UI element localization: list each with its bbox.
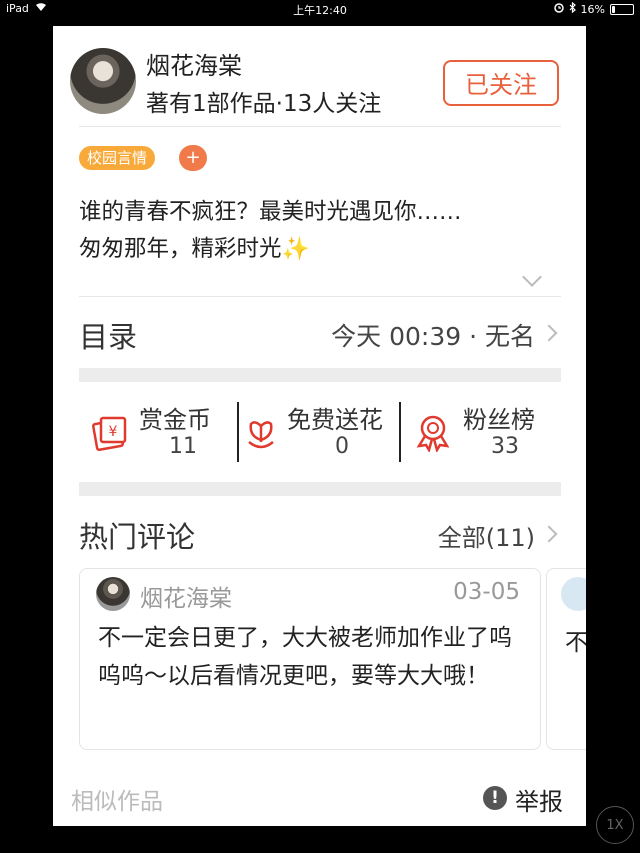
add-tag-button[interactable]: + [179, 145, 207, 171]
flower-icon [241, 412, 281, 452]
all-comments-link[interactable]: 全部(11) [438, 518, 535, 553]
footer-bar: 相似作品 ! 举报 [53, 764, 586, 826]
author-avatar[interactable] [70, 48, 136, 114]
toc-latest-chapter: 今天 00:39 · 无名 [331, 322, 535, 351]
fan-ranking-stat[interactable]: 粉丝榜 33 [401, 394, 561, 494]
follow-button[interactable]: 已关注 [443, 60, 559, 106]
section-separator [79, 368, 561, 382]
work-intro: 谁的青春不疯狂？最美时光遇见你…… 匆匆那年，精彩时光✨ [79, 194, 549, 268]
stat-value: 33 [491, 434, 519, 459]
alarm-icon [553, 2, 564, 16]
report-icon[interactable]: ! [483, 786, 507, 810]
stat-label: 赏金币 [139, 406, 211, 434]
divider [79, 126, 561, 127]
red-envelope-icon: ¥ [89, 412, 129, 452]
speed-button[interactable]: 1X [596, 806, 634, 844]
divider [79, 296, 561, 297]
author-header: 烟花海棠 著有1部作品·13人关注 已关注 [53, 26, 586, 126]
work-detail-card: 烟花海棠 著有1部作品·13人关注 已关注 校园言情 + 谁的青春不疯狂？最美时… [53, 26, 586, 826]
section-separator [79, 482, 561, 496]
commenter-avatar[interactable] [96, 577, 130, 611]
stat-label: 粉丝榜 [463, 406, 535, 434]
comment-card[interactable]: 不 [546, 568, 586, 750]
genre-tag[interactable]: 校园言情 [79, 146, 156, 170]
status-time: 上午12:40 [293, 4, 347, 17]
comment-card[interactable]: 烟花海棠 03-05 不一定会日更了，大大被老师加作业了呜呜呜～以后看情况更吧，… [79, 568, 541, 750]
hot-comments-header: 热门评论 全部(11) [79, 504, 561, 564]
comment-text: 不 [565, 630, 586, 656]
intro-line-1: 谁的青春不疯狂？最美时光遇见你…… [79, 199, 462, 225]
tip-coins-stat[interactable]: ¥ 赏金币 11 [79, 394, 237, 494]
hot-comments-title: 热门评论 [79, 520, 196, 554]
report-button[interactable]: 举报 [515, 782, 563, 817]
comment-text: 不一定会日更了，大大被老师加作业了呜呜呜～以后看情况更吧，要等大大哦！ [98, 625, 512, 689]
status-bar: iPad 上午12:40 16% [0, 0, 640, 18]
chevron-right-icon[interactable] [540, 525, 558, 543]
battery-icon [610, 3, 634, 15]
free-flower-stat[interactable]: 免费送花 0 [239, 394, 399, 494]
intro-line-2: 匆匆那年，精彩时光 [79, 236, 282, 262]
toc-label: 目录 [79, 320, 138, 354]
svg-text:¥: ¥ [109, 424, 118, 440]
bluetooth-icon [569, 1, 576, 16]
author-meta: 著有1部作品·13人关注 [146, 91, 382, 117]
stat-value: 11 [169, 434, 197, 459]
toc-row[interactable]: 目录 今天 00:39 · 无名 [79, 302, 561, 362]
commenter-name[interactable]: 烟花海棠 [140, 579, 232, 613]
similar-works-label: 相似作品 [71, 789, 163, 815]
commenter-avatar[interactable] [561, 577, 586, 611]
expand-chevron-icon[interactable] [522, 267, 542, 287]
battery-percent: 16% [580, 2, 605, 16]
sparkles-icon: ✨ [281, 236, 310, 262]
comment-date: 03-05 [453, 579, 520, 605]
author-name[interactable]: 烟花海棠 [146, 46, 242, 81]
chevron-right-icon [540, 324, 558, 342]
stat-label: 免费送花 [287, 406, 383, 434]
stats-bar: ¥ 赏金币 11 免费送花 0 粉丝榜 33 [79, 394, 561, 494]
stat-value: 0 [335, 434, 349, 459]
medal-icon [413, 412, 453, 454]
